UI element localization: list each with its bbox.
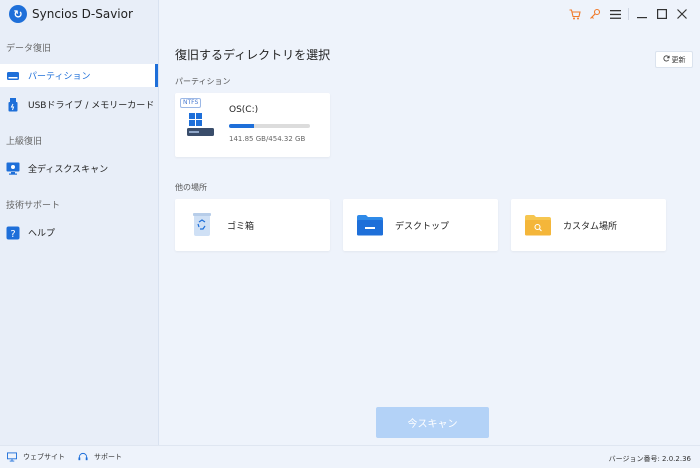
location-desktop[interactable]: デスクトップ [343,199,498,251]
drive-size: 141.85 GB/454.32 GB [229,135,306,143]
recycle-bin-icon [189,212,215,238]
app-logo-icon: ↻ [9,5,27,23]
sidebar: ↻ Syncios D-Savior データ復旧 パーティション USBドライブ… [0,0,159,445]
menu-icon[interactable] [605,7,625,21]
drive-name: OS(C:) [229,105,259,115]
website-link[interactable]: ウェブサイト [7,452,65,462]
section-label-tech-support: 技術サポート [6,201,61,211]
svg-text:?: ? [10,229,15,240]
location-recycle-bin[interactable]: ゴミ箱 [175,199,330,251]
drive-card-c[interactable]: NTFS OS(C:) 141.85 GB/454.32 GB [175,93,330,157]
close-icon[interactable] [672,7,692,21]
window-controls [565,7,692,21]
scan-now-button[interactable]: 今スキャン [376,407,489,438]
page-title: 復旧するディレクトリを選択 [175,48,331,62]
refresh-icon [662,55,670,64]
partition-section-label: パーティション [175,77,231,86]
toolbar-divider [628,8,629,20]
section-label-advanced-recovery: 上級復旧 [6,137,43,147]
sidebar-item-help[interactable]: ? ヘルプ [0,221,158,244]
location-custom[interactable]: カスタム場所 [511,199,666,251]
section-label-data-recovery: データ復旧 [6,44,52,54]
drive-usage-fill [229,124,255,128]
sidebar-item-partition[interactable]: パーティション [0,64,158,87]
app-title: Syncios D-Savior [32,7,133,21]
location-label: デスクトップ [395,221,450,232]
sidebar-item-label: 全ディスクスキャン [28,165,109,175]
refresh-button[interactable]: 更新 [655,51,693,68]
custom-folder-icon [525,212,551,238]
other-locations-label: 他の場所 [175,183,207,192]
maximize-icon[interactable] [652,7,672,21]
cart-icon[interactable] [565,7,585,21]
sidebar-item-label: ヘルプ [28,229,56,239]
sidebar-item-usb[interactable]: USBドライブ / メモリーカード [0,93,158,116]
footer: ウェブサイト サポート バージョン番号: 2.0.2.36 [0,445,700,468]
website-label: ウェブサイト [23,453,65,461]
headset-icon [78,452,88,462]
windows-drive-icon [186,112,216,138]
brand: ↻ Syncios D-Savior [9,5,133,23]
usb-icon [6,97,20,112]
key-icon[interactable] [585,7,605,21]
sidebar-item-label: USBドライブ / メモリーカード [28,101,155,111]
filesystem-badge: NTFS [180,98,202,108]
monitor-icon [6,162,20,176]
support-link[interactable]: サポート [78,452,122,462]
sidebar-item-full-disk-scan[interactable]: 全ディスクスキャン [0,157,158,180]
drive-usage-bar [229,124,310,128]
refresh-label: 更新 [671,55,686,64]
drive-icon [6,69,20,83]
app-window: ↻ Syncios D-Savior データ復旧 パーティション USBドライブ… [0,0,700,468]
location-label: ゴミ箱 [227,221,255,232]
support-label: サポート [94,453,122,461]
location-label: カスタム場所 [563,221,618,232]
monitor-icon [7,452,17,462]
desktop-folder-icon [357,212,383,238]
help-icon: ? [6,226,20,240]
version-label: バージョン番号: 2.0.2.36 [608,455,691,463]
sidebar-item-label: パーティション [28,72,91,82]
minimize-icon[interactable] [632,7,652,21]
